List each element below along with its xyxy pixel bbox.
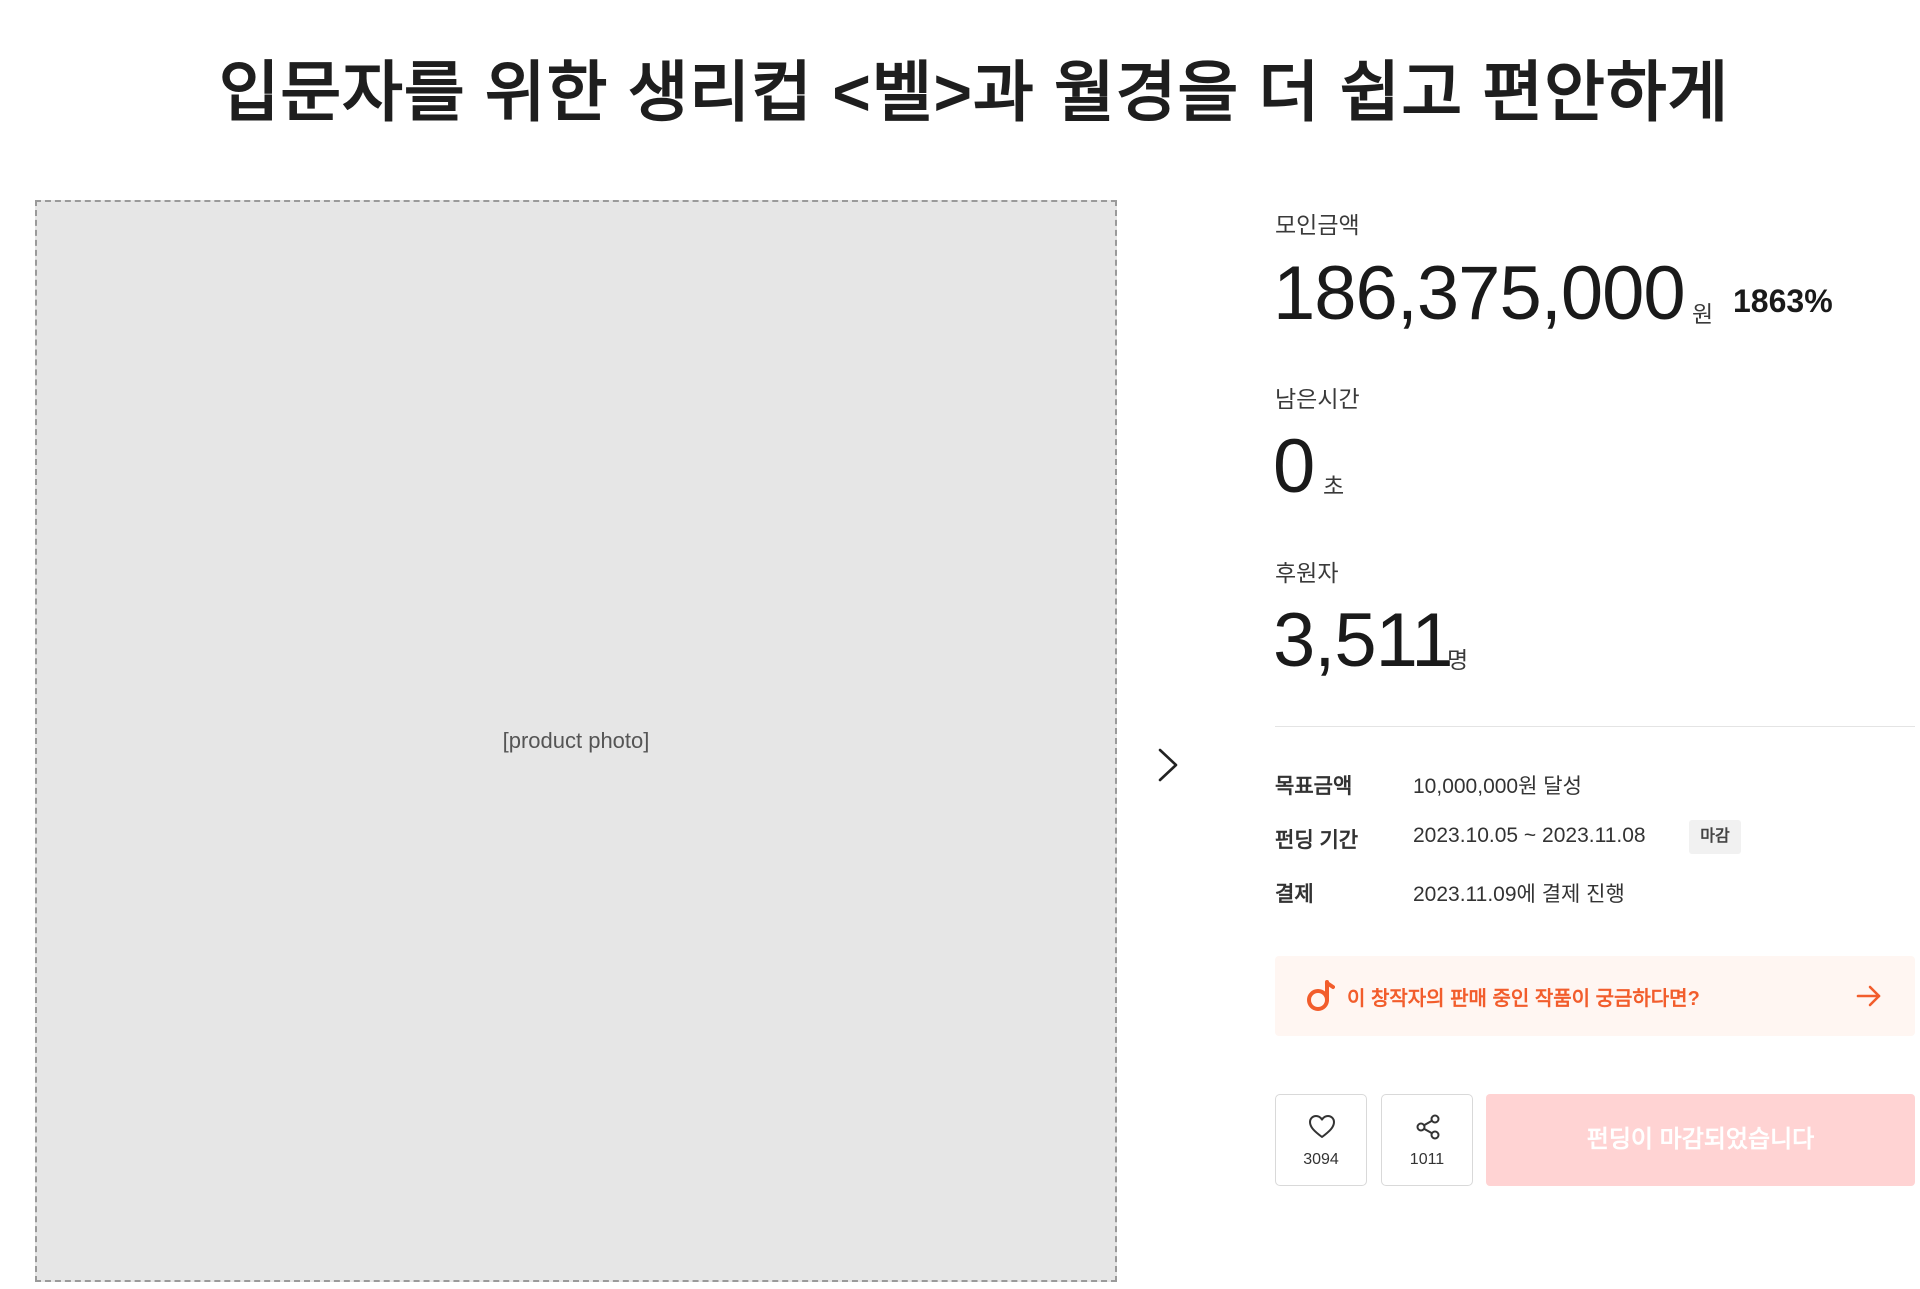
- backers-unit: 명: [1447, 647, 1469, 673]
- creator-store-icon: [1307, 980, 1335, 1011]
- creator-store-banner[interactable]: 이 창작자의 판매 중인 작품이 궁금하다면?: [1275, 956, 1915, 1036]
- period-label: 펀딩 기간: [1275, 829, 1359, 852]
- product-photo: [product photo]: [35, 200, 1117, 1282]
- share-button[interactable]: 1011: [1381, 1094, 1473, 1186]
- funding-closed-button[interactable]: 펀딩이 마감되었습니다: [1486, 1094, 1915, 1186]
- product-photo-caption: [product photo]: [502, 728, 650, 753]
- backers-label: 후원자: [1275, 560, 1339, 586]
- amount-value: 186,375,000: [1273, 251, 1686, 336]
- period-value: 2023.10.05 ~ 2023.11.08: [1413, 824, 1646, 847]
- like-button[interactable]: 3094: [1275, 1094, 1367, 1186]
- backers-value: 3,511: [1273, 598, 1454, 683]
- amount-label: 모인금액: [1275, 212, 1360, 238]
- next-image-arrow-icon[interactable]: [1150, 744, 1186, 786]
- project-title: 입문자를 위한 생리컵 <벨>과 월경을 더 쉽고 편안하게: [218, 55, 1730, 130]
- goal-label: 목표금액: [1275, 775, 1353, 798]
- payment-label: 결제: [1275, 883, 1314, 906]
- amount-unit: 원: [1692, 301, 1714, 327]
- creator-store-text: 이 창작자의 판매 중인 작품이 궁금하다면?: [1347, 988, 1700, 1010]
- time-left-unit: 초: [1323, 473, 1345, 499]
- share-count: 1011: [1409, 1151, 1445, 1168]
- goal-value: 10,000,000원 달성: [1413, 775, 1582, 798]
- time-left-label: 남은시간: [1275, 386, 1360, 412]
- heart-icon: [1309, 1115, 1335, 1138]
- like-count: 3094: [1303, 1151, 1339, 1168]
- time-left-value: 0: [1273, 424, 1315, 509]
- amount-percent: 1863%: [1733, 283, 1833, 319]
- stats-divider: [1275, 726, 1915, 727]
- arrow-right-icon: [1856, 985, 1881, 1007]
- share-icon: [1416, 1114, 1440, 1140]
- payment-value: 2023.11.09에 결제 진행: [1413, 883, 1625, 906]
- closed-badge: 마감: [1689, 820, 1741, 854]
